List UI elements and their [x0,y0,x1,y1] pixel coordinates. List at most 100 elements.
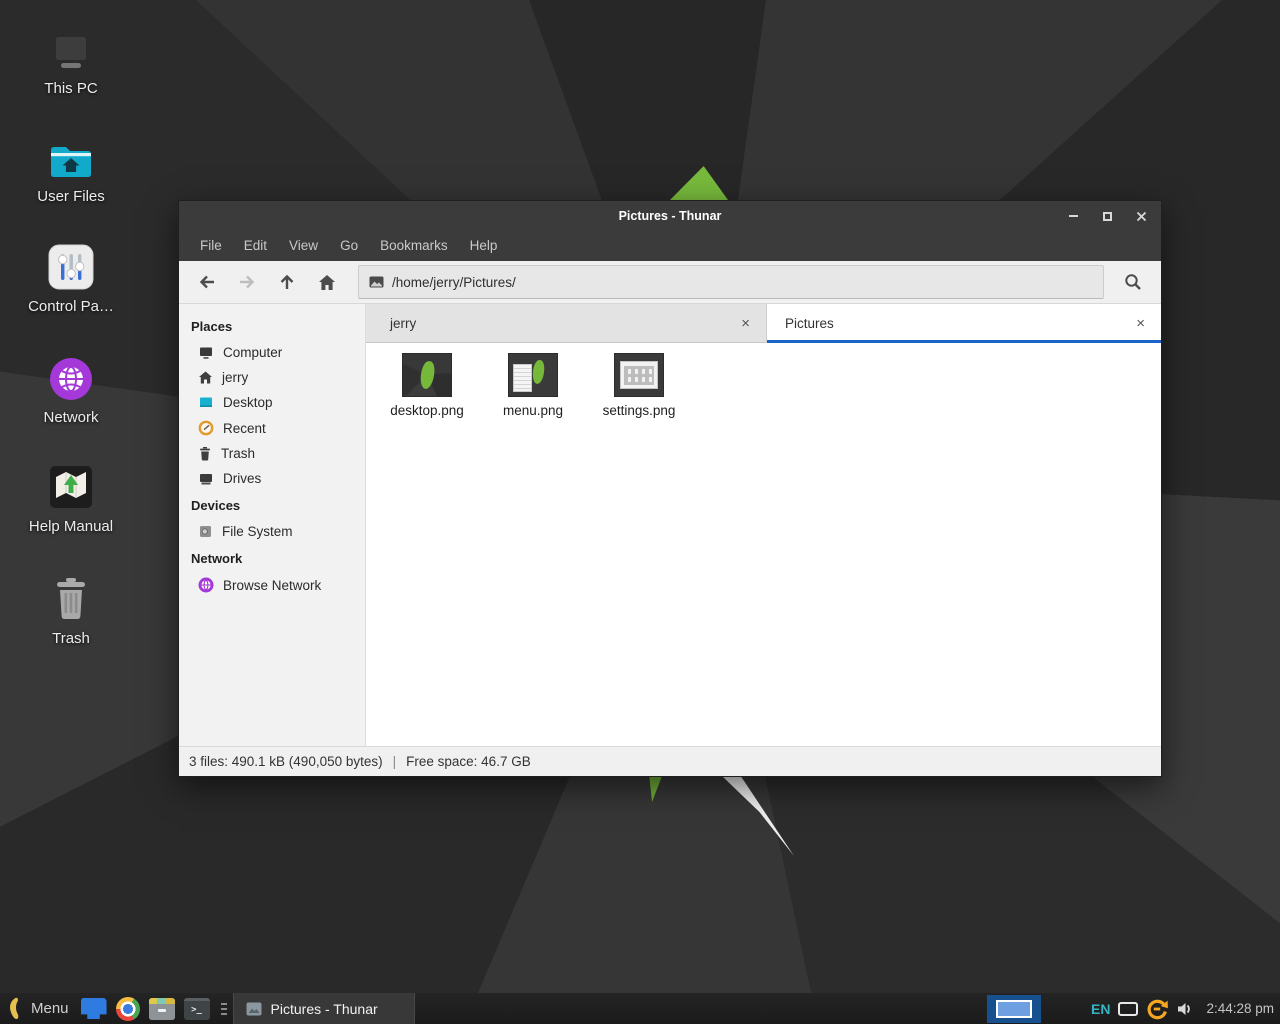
workspace-pager[interactable] [987,995,1041,1023]
sidebar-item-trash[interactable]: Trash [179,441,365,466]
desktop-icon-label: This PC [44,80,97,97]
desktop-icon-label: Control Pa… [28,298,114,315]
sidebar-item-label: Trash [221,446,255,461]
volume-icon[interactable] [1176,1001,1194,1017]
drives-icon [198,471,214,486]
tab-close-button[interactable]: × [1134,315,1147,332]
sidebar-item-label: File System [222,524,293,539]
file-name: settings.png [603,403,676,418]
home-button[interactable] [308,265,346,300]
desktop-icon-trash[interactable]: Trash [10,576,132,647]
desktop-icon-network[interactable]: Network [10,355,132,426]
file-name: menu.png [503,403,563,418]
menu-bookmarks[interactable]: Bookmarks [369,231,459,261]
file-menu-png[interactable]: menu.png [484,354,582,418]
forward-button[interactable] [228,265,266,300]
minimize-button[interactable] [1063,206,1083,226]
sidebar-item-browse-network[interactable]: Browse Network [179,572,365,598]
up-button[interactable] [268,265,306,300]
sidebar-item-drives[interactable]: Drives [179,466,365,491]
help-manual-icon [48,464,94,510]
terminal-launcher[interactable]: >_ [184,998,210,1020]
sidebar-header-network: Network [179,544,365,572]
image-file-icon [369,276,384,288]
desktop-icon-user-files[interactable]: User Files [10,134,132,205]
sidebar-item-label: jerry [222,370,248,385]
trash-icon [51,576,91,622]
file-list[interactable]: desktop.png menu.png settings.png [366,343,1161,746]
computer-icon [198,345,214,360]
taskbar-task-pictures-thunar[interactable]: Pictures - Thunar [233,993,415,1024]
browse-network-globe-icon [198,577,214,593]
file-thumbnail [509,354,557,396]
tab-jerry[interactable]: jerry × [366,304,767,343]
menu-button[interactable]: Menu [31,1000,69,1017]
back-button[interactable] [188,265,226,300]
forward-arrow-icon [238,274,256,290]
wallpaper-feather [722,776,794,856]
file-desktop-png[interactable]: desktop.png [378,354,476,418]
chrome-launcher[interactable] [116,997,140,1021]
desktop-icon-label: Trash [52,630,90,647]
path-bar[interactable]: /home/jerry/Pictures/ [358,265,1104,299]
taskbar: Menu >_ Pictures - Thunar EN 2:44:28 pm [0,993,1280,1024]
system-tray: EN 2:44:28 pm [1091,998,1280,1020]
desktop-icon-label: Help Manual [29,518,113,535]
window-menubar: File Edit View Go Bookmarks Help [179,231,1161,261]
window-titlebar[interactable]: Pictures - Thunar [179,201,1161,231]
keyboard-icon[interactable] [1118,1002,1138,1016]
sidebar-item-computer[interactable]: Computer [179,340,365,365]
desktop-icon-control-panel[interactable]: Control Pa… [10,244,132,315]
menu-view[interactable]: View [278,231,329,261]
task-label: Pictures - Thunar [271,1001,378,1017]
file-manager-launcher[interactable] [81,998,107,1019]
file-thumbnail [403,354,451,396]
this-pc-icon [49,26,93,72]
sidebar-header-places: Places [179,312,365,340]
search-icon [1124,273,1142,291]
control-panel-icon [48,244,94,290]
recent-clock-icon [198,420,214,436]
thunar-window: Pictures - Thunar File Edit View Go Book… [178,200,1162,777]
sidebar-item-desktop[interactable]: Desktop [179,390,365,415]
archive-launcher[interactable] [149,998,175,1020]
desktop-icon-this-pc[interactable]: This PC [10,26,132,97]
menu-go[interactable]: Go [329,231,369,261]
tab-pictures[interactable]: Pictures × [767,304,1161,343]
sidebar-item-label: Browse Network [223,578,321,593]
terminal-icon: >_ [184,998,210,1020]
keyboard-layout-indicator[interactable]: EN [1091,1001,1110,1017]
tab-label: jerry [390,316,739,331]
desktop-icon [198,395,214,410]
status-files-summary: 3 files: 490.1 kB (490,050 bytes) [189,754,383,769]
sidebar-item-jerry[interactable]: jerry [179,365,365,390]
window-list-button[interactable] [219,1001,229,1017]
file-name: desktop.png [390,403,464,418]
file-manager-icon [81,998,107,1019]
desktop-icon-help-manual[interactable]: Help Manual [10,464,132,535]
close-icon [1136,211,1147,222]
search-button[interactable] [1114,265,1152,300]
menu-edit[interactable]: Edit [233,231,278,261]
sidebar-item-recent[interactable]: Recent [179,415,365,441]
sidebar-item-label: Drives [223,471,261,486]
sidebar-item-label: Computer [223,345,282,360]
active-workspace-cell [996,1000,1032,1018]
menu-help[interactable]: Help [459,231,509,261]
update-icon[interactable] [1146,998,1168,1020]
sidebar-item-file-system[interactable]: File System [179,519,365,544]
status-separator: | [393,754,397,769]
tab-label: Pictures [785,316,1134,331]
sidebar-item-label: Desktop [223,395,273,410]
clock[interactable]: 2:44:28 pm [1206,1001,1274,1016]
close-button[interactable] [1131,206,1151,226]
menu-file[interactable]: File [189,231,233,261]
tab-close-button[interactable]: × [739,315,752,332]
menu-logo-icon[interactable] [7,997,24,1020]
maximize-button[interactable] [1097,206,1117,226]
file-system-drive-icon [198,524,213,539]
status-bar: 3 files: 490.1 kB (490,050 bytes) | Free… [179,746,1161,776]
wallpaper-leaf-sliver [646,776,662,802]
file-settings-png[interactable]: settings.png [590,354,688,418]
home-icon [318,274,336,291]
